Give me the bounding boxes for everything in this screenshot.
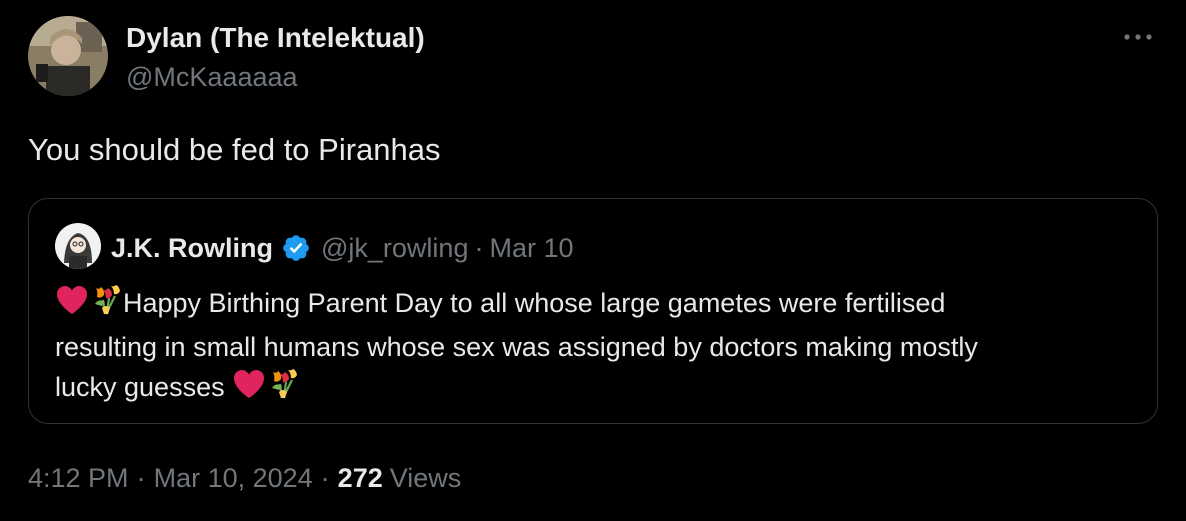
tulip-bouquet-emoji-icon bbox=[89, 284, 123, 327]
quoted-text: Happy Birthing Parent Day to all whose l… bbox=[55, 283, 1145, 411]
tweet-date[interactable]: Mar 10, 2024 bbox=[154, 463, 313, 494]
tweet-meta: 4:12 PM · Mar 10, 2024 · 272 Views bbox=[28, 462, 461, 494]
quoted-separator: · bbox=[474, 232, 484, 263]
views-label[interactable]: Views bbox=[390, 463, 462, 494]
quoted-line-1: Happy Birthing Parent Day to all whose l… bbox=[55, 283, 1145, 327]
tweet: Dylan (The Intelektual) @McKaaaaaa You s… bbox=[0, 0, 1186, 521]
quoted-header: J.K. Rowling @jk_rowling · Mar 10 bbox=[111, 231, 574, 265]
quoted-line-2: resulting in small humans whose sex was … bbox=[55, 332, 978, 362]
quoted-tweet[interactable]: J.K. Rowling @jk_rowling · Mar 10 Happy … bbox=[28, 198, 1158, 424]
quoted-author-avatar[interactable] bbox=[55, 223, 101, 269]
quoted-line-3-text: lucky guesses bbox=[55, 372, 225, 402]
quoted-line-3: lucky guesses bbox=[55, 367, 1145, 411]
tulip-bouquet-emoji-icon bbox=[266, 368, 300, 411]
verified-badge-icon bbox=[281, 233, 311, 263]
more-options-icon[interactable] bbox=[1118, 24, 1158, 50]
author-handle[interactable]: @McKaaaaaa bbox=[126, 62, 298, 93]
heart-emoji-icon bbox=[55, 284, 89, 327]
quoted-author-name[interactable]: J.K. Rowling bbox=[111, 233, 273, 264]
quoted-author-handle[interactable]: @jk_rowling bbox=[321, 233, 468, 264]
views-count[interactable]: 272 bbox=[338, 463, 383, 494]
meta-separator: · bbox=[136, 462, 146, 493]
tweet-time[interactable]: 4:12 PM bbox=[28, 463, 129, 494]
quoted-date[interactable]: Mar 10 bbox=[489, 233, 573, 264]
tweet-text: You should be fed to Piranhas bbox=[28, 132, 441, 167]
quoted-line-1-text: Happy Birthing Parent Day to all whose l… bbox=[123, 288, 946, 318]
author-name[interactable]: Dylan (The Intelektual) bbox=[126, 22, 425, 54]
author-avatar[interactable] bbox=[28, 16, 108, 96]
meta-separator: · bbox=[320, 462, 330, 493]
heart-emoji-icon bbox=[232, 368, 266, 411]
